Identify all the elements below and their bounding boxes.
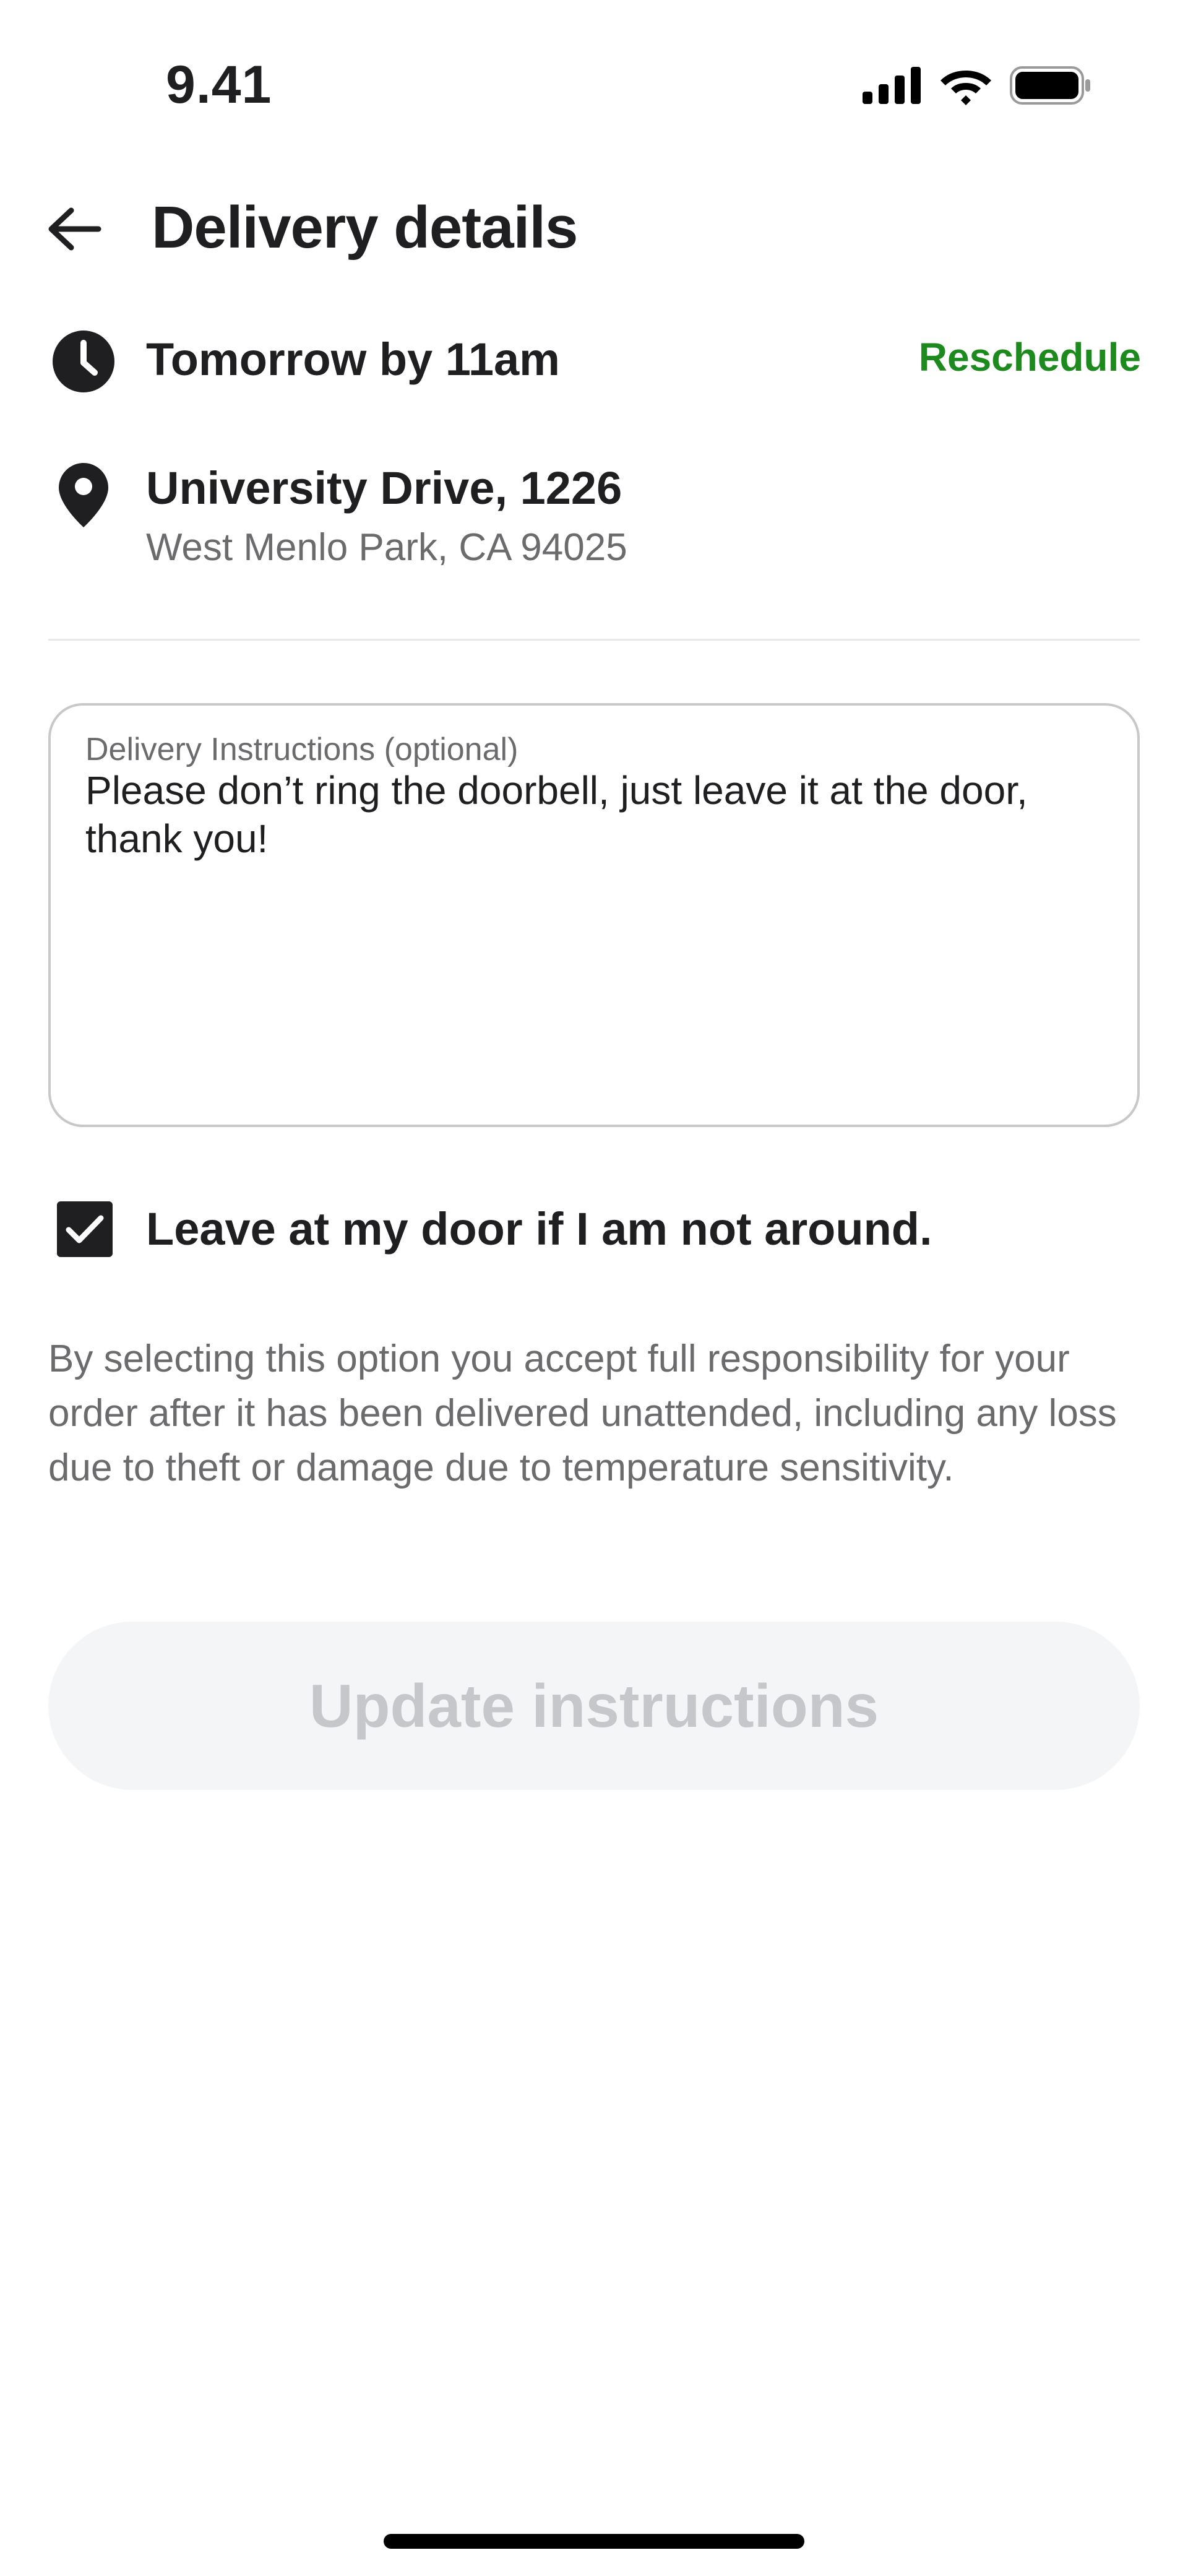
delivery-address-row: University Drive, 1226 West Menlo Park, … xyxy=(0,455,1188,591)
leave-at-door-label: Leave at my door if I am not around. xyxy=(146,1203,932,1255)
address-street: University Drive, 1226 xyxy=(146,462,622,514)
unattended-delivery-disclaimer: By selecting this option you accept full… xyxy=(48,1338,1117,1489)
delivery-instructions-label: Delivery Instructions (optional) xyxy=(85,732,519,767)
delivery-details-screen: 9.41 Delivery details Tomorrow by 11am R… xyxy=(0,0,1188,2576)
back-button[interactable] xyxy=(43,198,105,260)
address-city: West Menlo Park, CA 94025 xyxy=(146,526,627,569)
delivery-instructions-input[interactable]: Please don’t ring the doorbell, just lea… xyxy=(85,766,1100,863)
leave-at-door-checkbox[interactable] xyxy=(57,1201,113,1257)
delivery-time-row: Tomorrow by 11am Reschedule xyxy=(0,319,1188,405)
checkmark-icon xyxy=(66,1215,104,1243)
status-time: 9.41 xyxy=(166,55,272,115)
status-bar: 9.41 xyxy=(0,0,1188,149)
header: Delivery details xyxy=(0,179,1188,272)
home-indicator[interactable] xyxy=(384,2534,804,2549)
location-pin-icon xyxy=(50,461,118,529)
leave-at-door-option[interactable]: Leave at my door if I am not around. xyxy=(0,1193,1188,1268)
battery-icon xyxy=(1010,66,1091,108)
arrow-left-icon xyxy=(48,207,101,251)
cellular-signal-icon xyxy=(863,66,922,107)
wifi-icon xyxy=(939,66,992,108)
status-icons xyxy=(863,64,1091,109)
divider xyxy=(48,639,1140,641)
delivery-time-text: Tomorrow by 11am xyxy=(146,334,560,385)
update-instructions-button[interactable]: Update instructions xyxy=(48,1622,1140,1790)
delivery-instructions-field[interactable]: Delivery Instructions (optional) Please … xyxy=(48,703,1140,1127)
clock-icon xyxy=(50,327,118,395)
reschedule-link[interactable]: Reschedule xyxy=(919,334,1141,381)
page-title: Delivery details xyxy=(152,194,578,261)
